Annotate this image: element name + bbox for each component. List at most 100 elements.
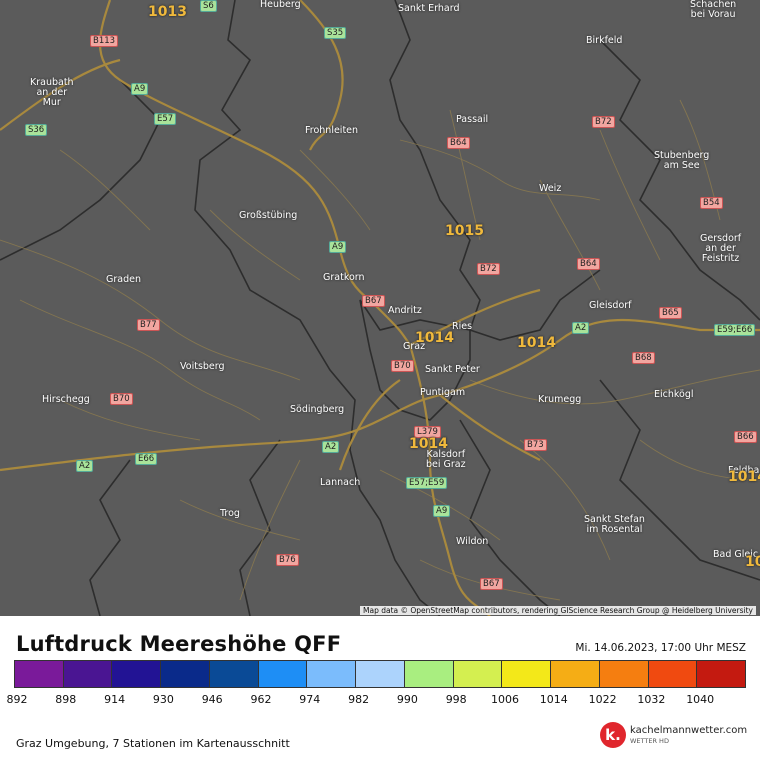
place-puntigam: Puntigam bbox=[420, 387, 466, 398]
color-scale-tick-label: 1032 bbox=[637, 693, 666, 706]
color-scale-tick-label: 982 bbox=[348, 693, 370, 706]
road-shield-a9-south: A9 bbox=[433, 505, 451, 517]
road-shield-b76: B76 bbox=[276, 554, 299, 566]
brand-logo-icon: k. bbox=[600, 722, 626, 748]
place-gleisdorf: Gleisdorf bbox=[589, 300, 632, 311]
road-shield-b68: B68 bbox=[632, 352, 655, 364]
road-shield-b64-mid: B64 bbox=[577, 258, 600, 270]
place-eichkoegl: Eichkögl bbox=[654, 389, 694, 400]
place-ries: Ries bbox=[452, 321, 473, 332]
place-hirschegg: Hirschegg bbox=[42, 394, 90, 405]
road-shield-e57-e59: E57;E59 bbox=[406, 477, 448, 489]
road-shield-b64-north: B64 bbox=[447, 137, 470, 149]
road-shield-b72-north: B72 bbox=[592, 116, 615, 128]
legend-panel: Luftdruck Meereshöhe QFF Mi. 14.06.2023,… bbox=[0, 616, 760, 760]
place-trog: Trog bbox=[220, 508, 240, 519]
place-weiz: Weiz bbox=[539, 183, 562, 194]
color-scale-tick-label: 974 bbox=[299, 693, 321, 706]
road-shield-s35: S35 bbox=[324, 27, 347, 39]
place-sankt-peter: Sankt Peter bbox=[425, 364, 480, 375]
color-scale-tick-label: 946 bbox=[201, 693, 223, 706]
place-andritz: Andritz bbox=[388, 305, 422, 316]
color-scale-ticks: 892 898 914 930 946 962 974 982 990 998 1006 1014 10… bbox=[7, 693, 746, 707]
place-heuberg: Heuberg bbox=[260, 0, 301, 10]
road-shield-a2-east: A2 bbox=[572, 322, 590, 334]
place-kraubath: Kraubath an der Mur bbox=[30, 77, 74, 108]
place-lannach: Lannach bbox=[320, 477, 361, 488]
pressure-value-south: 1014 bbox=[409, 436, 448, 452]
color-scale-tick-label: 990 bbox=[396, 693, 418, 706]
place-sankt-erhard: Sankt Erhard bbox=[398, 3, 460, 14]
road-shield-b70-west: B70 bbox=[110, 393, 133, 405]
color-swatch bbox=[404, 661, 454, 687]
place-grossstuebing: Großstübing bbox=[239, 210, 298, 221]
map-attribution[interactable]: Map data © OpenStreetMap contributors, r… bbox=[360, 606, 756, 615]
pressure-value-graz: 1014 bbox=[415, 330, 454, 346]
color-scale-tick-label: 1040 bbox=[686, 693, 715, 706]
place-soedingberg: Södingberg bbox=[290, 404, 345, 415]
color-scale-tick-label: 914 bbox=[104, 693, 126, 706]
map-base-layer bbox=[0, 0, 760, 616]
pressure-value-northwest: 1013 bbox=[148, 4, 187, 20]
color-swatch bbox=[648, 661, 698, 687]
color-scale-tick-label: 1006 bbox=[491, 693, 519, 706]
brand-logo[interactable]: k. kachelmannwetter.com WETTER HD bbox=[600, 720, 750, 752]
color-swatch bbox=[209, 661, 259, 687]
color-swatch bbox=[697, 661, 746, 687]
legend-title: Luftdruck Meereshöhe QFF bbox=[16, 632, 342, 656]
place-voitsberg: Voitsberg bbox=[180, 361, 225, 372]
road-shield-a9-north: A9 bbox=[131, 83, 149, 95]
road-shield-s6: S6 bbox=[200, 0, 217, 12]
color-swatch bbox=[161, 661, 210, 687]
color-scale-tick-label: 1014 bbox=[539, 693, 568, 706]
brand-subtitle: WETTER HD bbox=[630, 737, 669, 745]
map-view[interactable]: Heuberg Sankt Erhard Schachen bei Vorau … bbox=[0, 0, 760, 616]
pressure-value-north: 1015 bbox=[445, 223, 484, 239]
color-swatch bbox=[307, 661, 357, 687]
color-swatch bbox=[112, 661, 162, 687]
place-sankt-stefan: Sankt Stefan im Rosental bbox=[584, 514, 645, 535]
color-scale-tick-label: 892 bbox=[6, 693, 28, 706]
color-swatch bbox=[63, 661, 113, 687]
place-gratkorn: Gratkorn bbox=[323, 272, 365, 283]
legend-datetime: Mi. 14.06.2023, 17:00 Uhr MESZ bbox=[575, 642, 746, 654]
road-shield-e59-e66: E59;E66 bbox=[714, 324, 756, 336]
place-krumegg: Krumegg bbox=[538, 394, 582, 405]
road-shield-b73: B73 bbox=[524, 439, 547, 451]
road-shield-e57-north: E57 bbox=[154, 113, 177, 125]
road-shield-b70-center: B70 bbox=[391, 360, 414, 372]
color-swatch bbox=[453, 661, 503, 687]
place-birkfeld: Birkfeld bbox=[586, 35, 623, 46]
road-shield-b54: B54 bbox=[700, 197, 723, 209]
color-swatch bbox=[15, 661, 64, 687]
color-swatch bbox=[356, 661, 405, 687]
place-schachen: Schachen bei Vorau bbox=[690, 0, 737, 20]
color-scale-tick-label: 898 bbox=[55, 693, 77, 706]
color-scale-tick-label: 998 bbox=[445, 693, 467, 706]
road-shield-s36: S36 bbox=[25, 124, 48, 136]
road-shield-e66: E66 bbox=[135, 453, 158, 465]
pressure-value-southeast-edge: 10 bbox=[745, 554, 760, 570]
color-swatch bbox=[599, 661, 649, 687]
road-shield-a2-west: A2 bbox=[76, 460, 94, 472]
color-scale-tick-label: 962 bbox=[250, 693, 272, 706]
place-frohnleiten: Frohnleiten bbox=[305, 125, 359, 136]
road-shield-b72-mid: B72 bbox=[477, 263, 500, 275]
color-scale bbox=[14, 660, 746, 688]
place-stubenberg: Stubenberg am See bbox=[654, 150, 710, 171]
place-wildon: Wildon bbox=[456, 536, 489, 547]
place-kalsdorf: Kalsdorf bei Graz bbox=[426, 449, 466, 470]
place-graden: Graden bbox=[106, 274, 141, 285]
road-shield-b67-south: B67 bbox=[480, 578, 503, 590]
brand-name: kachelmannwetter.com bbox=[630, 725, 748, 736]
road-shield-b67-north: B67 bbox=[362, 295, 385, 307]
road-shield-a9-mid: A9 bbox=[329, 241, 347, 253]
color-swatch bbox=[502, 661, 552, 687]
color-scale-tick-label: 1022 bbox=[588, 693, 617, 706]
legend-footer: Graz Umgebung, 7 Stationen im Kartenauss… bbox=[16, 737, 290, 750]
place-gersdorf: Gersdorf an der Feistritz bbox=[700, 233, 742, 264]
road-shield-b66: B66 bbox=[734, 431, 757, 443]
pressure-value-east-edge: 1014 bbox=[728, 469, 760, 485]
color-swatch bbox=[551, 661, 600, 687]
color-swatch bbox=[258, 661, 308, 687]
